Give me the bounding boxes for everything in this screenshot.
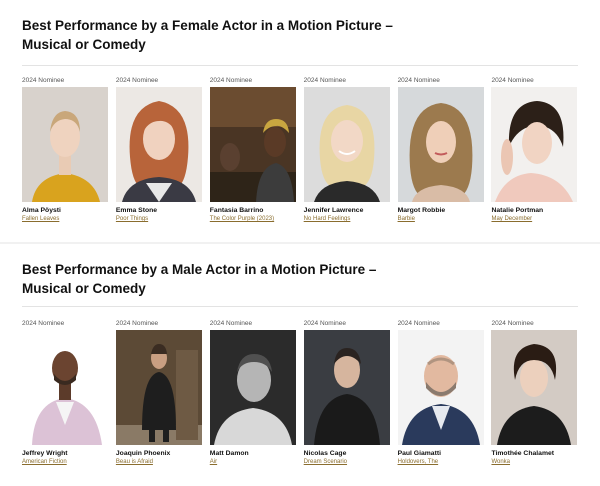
- nominee-name: Jeffrey Wright: [22, 450, 68, 457]
- nominee-card[interactable]: 2024 Nominee Jennifer Lawrence No Hard F…: [303, 75, 390, 224]
- category-title: Best Performance by a Male Actor in a Mo…: [22, 262, 377, 296]
- nominee-tag: 2024 Nominee: [491, 320, 534, 327]
- nominee-film-link[interactable]: The Color Purple (2023): [210, 215, 296, 224]
- nominee-photo[interactable]: [115, 87, 202, 202]
- nominee-photo[interactable]: [491, 330, 578, 445]
- nominee-film-link[interactable]: Fallen Leaves: [22, 215, 108, 224]
- nominee-tag: 2024 Nominee: [303, 77, 346, 84]
- nominee-photo[interactable]: [397, 87, 484, 202]
- nominee-name: Fantasia Barrino: [209, 207, 264, 214]
- female-actor-category-section: Best Performance by a Female Actor in a …: [0, 0, 600, 240]
- nominee-film-link[interactable]: Barbie: [398, 215, 484, 224]
- nominee-film-link[interactable]: American Fiction: [22, 458, 108, 467]
- nominee-name: Nicolas Cage: [303, 450, 347, 457]
- nominee-photo[interactable]: [303, 330, 390, 445]
- nominee-film-link[interactable]: May December: [491, 215, 577, 224]
- nominee-card[interactable]: 2024 Nominee Fantasia Barrino The Color …: [209, 75, 296, 224]
- nominee-film-link[interactable]: Air: [210, 458, 296, 467]
- nominee-film-link[interactable]: Beau is Afraid: [116, 458, 202, 467]
- nominee-name: Joaquin Phoenix: [115, 450, 171, 457]
- nominee-photo[interactable]: [303, 87, 390, 202]
- nominee-film-link[interactable]: Poor Things: [116, 215, 202, 224]
- nominee-card[interactable]: 2024 Nominee Alma Pöysti Fallen Leaves: [22, 75, 108, 224]
- nominee-tag: 2024 Nominee: [397, 77, 440, 84]
- category-title: Best Performance by a Female Actor in a …: [22, 18, 393, 52]
- nominee-tag: 2024 Nominee: [22, 77, 65, 84]
- nominee-name: Margot Robbie: [397, 207, 446, 214]
- nominee-photo[interactable]: [115, 330, 202, 445]
- nominee-card[interactable]: 2024 Nominee Natalie Portman May Decembe…: [491, 75, 578, 224]
- nominee-name: Paul Giamatti: [397, 450, 441, 457]
- nominee-tag: 2024 Nominee: [303, 320, 346, 327]
- nominee-card[interactable]: 2024 Nominee Matt Damon Air: [209, 318, 296, 467]
- nominee-name: Emma Stone: [115, 207, 158, 214]
- nominee-tag: 2024 Nominee: [491, 77, 534, 84]
- section-divider: [22, 306, 578, 307]
- nominee-card[interactable]: 2024 Nominee Timothée Chalamet Wonka: [491, 318, 578, 467]
- nominee-photo[interactable]: [491, 87, 578, 202]
- nominee-card[interactable]: 2024 Nominee Nicolas Cage Dream Scenario: [303, 318, 390, 467]
- nominee-card[interactable]: 2024 Nominee Jeffrey Wright American Fic…: [22, 318, 108, 467]
- nominee-tag: 2024 Nominee: [209, 77, 253, 84]
- nominee-film-link[interactable]: Holdovers, The: [398, 458, 484, 467]
- nominee-card[interactable]: 2024 Nominee Joaquin Phoenix Beau is Afr…: [115, 318, 202, 467]
- nominee-name: Alma Pöysti: [22, 207, 61, 214]
- nominee-tag: 2024 Nominee: [115, 77, 159, 84]
- nominee-grid: 2024 Nominee Jeffrey Wright American Fic…: [22, 318, 578, 467]
- nominee-name: Jennifer Lawrence: [303, 207, 364, 214]
- nominee-photo[interactable]: [209, 87, 296, 202]
- nominee-film-link[interactable]: Dream Scenario: [304, 458, 390, 467]
- nominee-tag: 2024 Nominee: [397, 320, 440, 327]
- nominee-film-link[interactable]: No Hard Feelings: [304, 215, 390, 224]
- nominee-card[interactable]: 2024 Nominee Margot Robbie Barbie: [397, 75, 484, 224]
- nominee-tag: 2024 Nominee: [115, 320, 159, 327]
- nominee-card[interactable]: 2024 Nominee Emma Stone Poor Things: [115, 75, 202, 224]
- male-actor-category-section: Best Performance by a Male Actor in a Mo…: [0, 242, 600, 486]
- nominee-film-link[interactable]: Wonka: [491, 458, 577, 467]
- nominee-name: Natalie Portman: [491, 207, 544, 214]
- nominee-photo[interactable]: [22, 330, 108, 445]
- nominee-grid: 2024 Nominee Alma Pöysti Fallen Leaves 2…: [22, 75, 578, 224]
- section-divider: [22, 65, 578, 66]
- nominee-photo[interactable]: [22, 87, 108, 202]
- nominee-name: Matt Damon: [209, 450, 249, 457]
- nominee-photo[interactable]: [209, 330, 296, 445]
- nominee-tag: 2024 Nominee: [22, 320, 65, 327]
- nominee-card[interactable]: 2024 Nominee Paul Giamatti Holdovers, Th…: [397, 318, 484, 467]
- nominee-name: Timothée Chalamet: [491, 450, 555, 457]
- nominee-photo[interactable]: [397, 330, 484, 445]
- nominee-tag: 2024 Nominee: [209, 320, 253, 327]
